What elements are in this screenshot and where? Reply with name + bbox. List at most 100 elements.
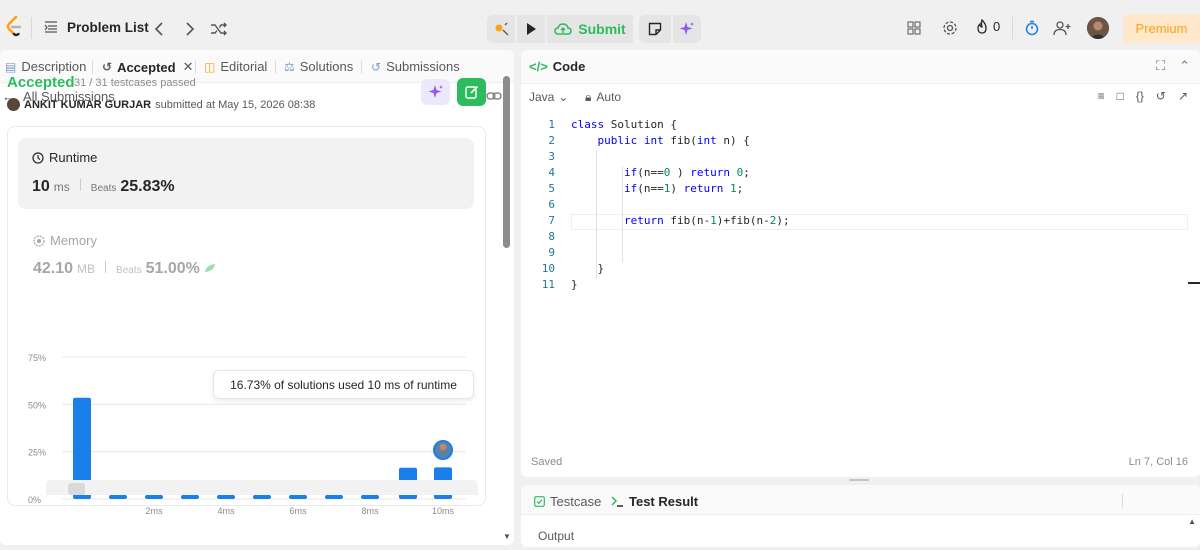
- chart-bar[interactable]: [253, 495, 271, 499]
- code-line: 4 if(n==0 ) return 0;: [521, 166, 1200, 182]
- memory-title[interactable]: Memory: [33, 233, 97, 248]
- ai-assist-button[interactable]: [673, 15, 701, 43]
- code-line: 10 }: [521, 262, 1200, 278]
- tab-accepted-label: Accepted: [117, 59, 176, 75]
- flask-icon: ⚖: [284, 59, 295, 74]
- y-tick-label: 50%: [28, 400, 46, 410]
- x-tick-label: 6ms: [289, 506, 307, 516]
- top-bar: Problem List Submit 0 Premium: [0, 0, 1200, 50]
- expand-icon[interactable]: ↗: [1178, 89, 1188, 103]
- list-icon[interactable]: [44, 20, 58, 34]
- memory-values: 42.10 MB Beats 51.00%: [33, 260, 216, 278]
- tab-description[interactable]: ▤ Description: [5, 59, 86, 74]
- lock-icon: 🔒︎: [585, 90, 592, 104]
- notes-button[interactable]: [639, 15, 671, 43]
- chart-bar[interactable]: [217, 495, 235, 499]
- y-tick-label: 75%: [28, 353, 46, 363]
- chevron-down-icon: ⌄: [558, 90, 569, 104]
- scroll-down-icon[interactable]: ▼: [503, 532, 511, 541]
- code-header: </> Code ⛶ ⌃: [521, 50, 1200, 84]
- submit-button[interactable]: Submit: [547, 15, 633, 43]
- divider: [92, 60, 93, 74]
- runtime-beats-label: Beats: [90, 183, 117, 194]
- user-avatar[interactable]: [1087, 17, 1109, 39]
- code-editor-panel: </> Code ⛶ ⌃ Java ⌄ 🔒︎ Auto ≡ □ {} ↺ ↗ 1…: [521, 50, 1200, 477]
- streak-counter[interactable]: 0: [976, 19, 1000, 34]
- mode-value: Auto: [596, 90, 622, 104]
- line-number: 1: [548, 118, 555, 131]
- chart-bar[interactable]: [289, 495, 307, 499]
- tab-testcase[interactable]: Testcase: [534, 494, 601, 509]
- testcase-label: Testcase: [550, 494, 602, 509]
- checkbox-icon: [534, 496, 545, 507]
- tab-editorial[interactable]: ◫ Editorial: [204, 59, 267, 74]
- add-friend-icon[interactable]: [1051, 17, 1073, 39]
- chart-bar[interactable]: [109, 495, 127, 499]
- layout-grid-icon[interactable]: [903, 17, 925, 39]
- overview-ruler-cursor: [1188, 282, 1200, 284]
- code-line: 3: [521, 150, 1200, 166]
- streak-count: 0: [993, 19, 1001, 34]
- sparkle-icon: [428, 85, 443, 98]
- run-button[interactable]: [517, 15, 545, 43]
- terminal-icon: [611, 496, 623, 507]
- autocomplete-toggle[interactable]: 🔒︎ Auto: [585, 90, 621, 105]
- submission-status: Accepted: [7, 74, 75, 91]
- bookmark-icon[interactable]: □: [1117, 89, 1124, 103]
- next-problem-chevron-right-icon[interactable]: [179, 18, 201, 40]
- braces-icon[interactable]: {}: [1136, 89, 1144, 103]
- code-editor[interactable]: 1 class Solution {2 public int fib(int n)…: [521, 118, 1200, 298]
- range-handle[interactable]: [68, 483, 85, 495]
- mini-avatar[interactable]: [7, 98, 20, 111]
- language-value: Java: [529, 90, 555, 104]
- leetcode-logo-icon[interactable]: [6, 16, 22, 38]
- line-number: 2: [548, 134, 555, 147]
- left-scrollbar-thumb[interactable]: [503, 76, 510, 248]
- chart-bar[interactable]: [145, 495, 163, 499]
- shuffle-icon[interactable]: [208, 18, 230, 40]
- chart-bar[interactable]: [181, 495, 199, 499]
- fullscreen-icon[interactable]: ⛶: [1156, 58, 1165, 74]
- tab-accepted[interactable]: ↺ Accepted ✕: [102, 59, 194, 75]
- language-select[interactable]: Java ⌄: [529, 90, 568, 104]
- link-icon[interactable]: [486, 89, 502, 105]
- chart-bar[interactable]: [361, 495, 379, 499]
- prev-problem-chevron-left-icon[interactable]: [148, 18, 170, 40]
- line-number: 5: [548, 182, 555, 195]
- line-number: 11: [541, 278, 555, 291]
- gear-icon[interactable]: [939, 17, 961, 39]
- tab-submissions[interactable]: ↺ Submissions: [371, 59, 460, 74]
- runtime-box[interactable]: Runtime 10 ms Beats 25.83%: [18, 138, 474, 209]
- code-text: public int fib(int n) {: [597, 134, 750, 147]
- x-tick-label: 8ms: [361, 506, 379, 516]
- line-number: 10: [541, 262, 555, 275]
- resize-handle[interactable]: [849, 479, 869, 481]
- tab-solutions[interactable]: ⚖ Solutions: [284, 59, 353, 74]
- format-lines-icon[interactable]: ≡: [1098, 89, 1105, 103]
- book-icon: ◫: [204, 59, 216, 74]
- ai-analyze-button[interactable]: [421, 79, 450, 105]
- code-header-icons: ⛶ ⌃: [1156, 58, 1190, 74]
- problem-list-link[interactable]: Problem List: [67, 20, 149, 35]
- runtime-beats-value: 25.83%: [120, 178, 175, 195]
- close-tab-icon[interactable]: ✕: [183, 59, 194, 75]
- timer-icon[interactable]: [1021, 17, 1043, 39]
- premium-button[interactable]: Premium: [1123, 14, 1200, 43]
- output-label: Output: [538, 529, 575, 543]
- edit-solution-button[interactable]: [457, 78, 486, 106]
- reset-icon[interactable]: ↺: [1156, 89, 1166, 103]
- scroll-up-icon[interactable]: ▲: [1188, 517, 1196, 526]
- submitter-name[interactable]: ANKIT KUMAR GURJAR: [24, 99, 151, 111]
- runtime-values: 10 ms Beats 25.83%: [32, 178, 175, 196]
- x-tick-label: 10ms: [432, 506, 455, 516]
- collapse-chevron-up-icon[interactable]: ⌃: [1179, 58, 1190, 74]
- edit-icon: [464, 85, 478, 99]
- code-tab[interactable]: </> Code: [529, 59, 585, 74]
- code-brackets-icon: </>: [529, 59, 548, 74]
- tab-test-result[interactable]: Test Result: [611, 494, 698, 509]
- x-tick-label: 4ms: [217, 506, 235, 516]
- debug-button[interactable]: [487, 15, 515, 43]
- chart-bar[interactable]: [325, 495, 343, 499]
- code-line: 7 return fib(n-1)+fib(n-2);: [521, 214, 1200, 230]
- code-text: if(n==1) return 1;: [623, 182, 744, 195]
